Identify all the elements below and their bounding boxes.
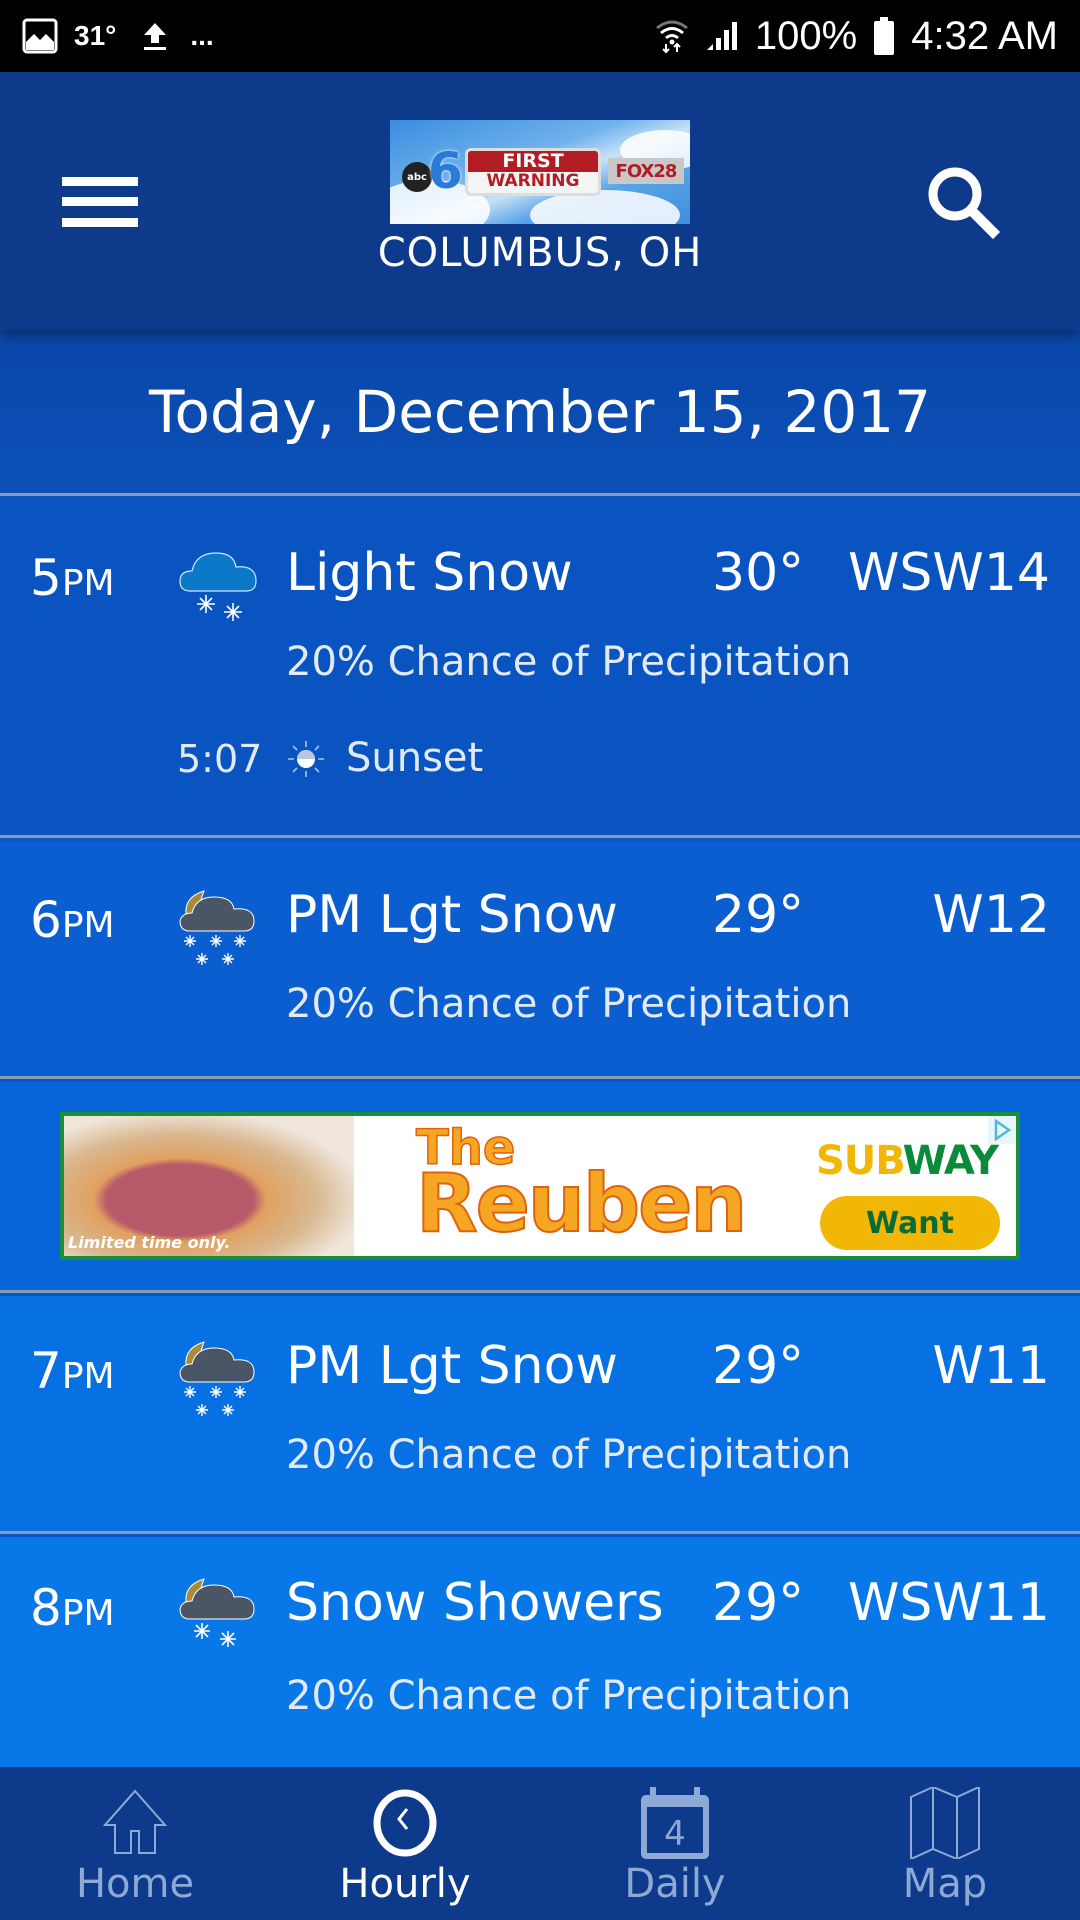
sunset-label: Sunset <box>346 735 484 781</box>
ad-headline-reuben: Reuben <box>415 1157 748 1250</box>
hour-label: 7PM <box>30 1342 115 1400</box>
condition: PM Lgt Snow <box>286 1336 618 1396</box>
wind: W11 <box>932 1336 1050 1396</box>
night-cloud-snow-icon <box>176 885 260 969</box>
clock-icon <box>365 1787 445 1859</box>
signal-icon <box>705 20 739 52</box>
temperature: 29° <box>712 885 805 945</box>
hourly-row[interactable]: 7PM PM Lgt Snow 29° W11 20% Chance of Pr… <box>0 1296 1080 1534</box>
hour-label: 8PM <box>30 1579 115 1637</box>
battery-icon <box>873 17 895 55</box>
precip-chance: 20% Chance of Precipitation <box>286 981 852 1027</box>
nav-map[interactable]: Map <box>810 1767 1080 1920</box>
adchoices-icon[interactable] <box>988 1116 1016 1144</box>
precip-chance: 20% Chance of Precipitation <box>286 639 852 685</box>
calendar-icon: 4 <box>635 1787 715 1859</box>
hourly-row[interactable]: 8PM Snow Showers 29° WSW11 20% Chance of… <box>0 1537 1080 1767</box>
condition: PM Lgt Snow <box>286 885 618 945</box>
search-icon[interactable] <box>925 164 1005 244</box>
sunset-icon <box>286 739 326 779</box>
sunset-time: 5:07 <box>177 737 263 781</box>
precip-chance: 20% Chance of Precipitation <box>286 1432 852 1478</box>
nav-hourly[interactable]: Hourly <box>270 1767 540 1920</box>
condition: Light Snow <box>286 543 573 603</box>
bottom-navigation: Home Hourly 4 Daily Map <box>0 1767 1080 1920</box>
svg-text:4: 4 <box>664 1814 686 1854</box>
hour-label: 5PM <box>30 549 115 607</box>
wind: WSW11 <box>847 1573 1050 1633</box>
status-bar: 31° ... 100% 4:32 AM <box>0 0 1080 72</box>
more-notifications: ... <box>190 20 214 51</box>
first-warning-badge: FIRST WARNING <box>465 148 601 196</box>
ad-container: Limited time only. The Reuben SUBWAY Wan… <box>0 1082 1080 1293</box>
sandwich-image: Limited time only. <box>64 1116 354 1256</box>
subway-logo: SUBWAY <box>816 1138 999 1184</box>
ad-want-button[interactable]: Want <box>820 1196 1000 1250</box>
temperature: 29° <box>712 1336 805 1396</box>
cloud-snow-icon <box>176 543 260 627</box>
nav-home[interactable]: Home <box>0 1767 270 1920</box>
precip-chance: 20% Chance of Precipitation <box>286 1673 852 1719</box>
status-temperature: 31° <box>74 20 117 51</box>
hourly-row[interactable]: 6PM PM Lgt Snow 29° W12 20% Chance of Pr… <box>0 841 1080 1079</box>
night-cloud-snow-icon <box>176 1336 260 1420</box>
hamburger-menu-icon[interactable] <box>62 177 138 227</box>
hourly-row[interactable]: 5PM Light Snow 30° WSW14 20% Chance of P… <box>0 499 1080 838</box>
temperature: 29° <box>712 1573 805 1633</box>
gallery-icon <box>22 18 58 54</box>
home-icon <box>95 1787 175 1859</box>
date-heading: Today, December 15, 2017 <box>0 330 1080 496</box>
wind: W12 <box>932 885 1050 945</box>
wind: WSW14 <box>847 543 1050 603</box>
app-header: abc 6 FIRST WARNING FOX28 COLUMBUS, OH <box>0 72 1080 330</box>
nav-daily[interactable]: 4 Daily <box>540 1767 810 1920</box>
condition: Snow Showers <box>286 1573 664 1633</box>
night-cloud-snow-showers-icon <box>176 1573 260 1657</box>
map-icon <box>905 1787 985 1859</box>
temperature: 30° <box>712 543 805 603</box>
battery-percent: 100% <box>754 13 858 58</box>
location-label: COLUMBUS, OH <box>377 230 703 276</box>
ad-banner[interactable]: Limited time only. The Reuben SUBWAY Wan… <box>60 1112 1020 1260</box>
station-logo: abc 6 FIRST WARNING FOX28 <box>390 120 690 224</box>
clock: 4:32 AM <box>911 13 1058 58</box>
upload-icon <box>142 21 168 51</box>
wifi-icon <box>655 18 689 54</box>
hour-label: 6PM <box>30 891 115 949</box>
